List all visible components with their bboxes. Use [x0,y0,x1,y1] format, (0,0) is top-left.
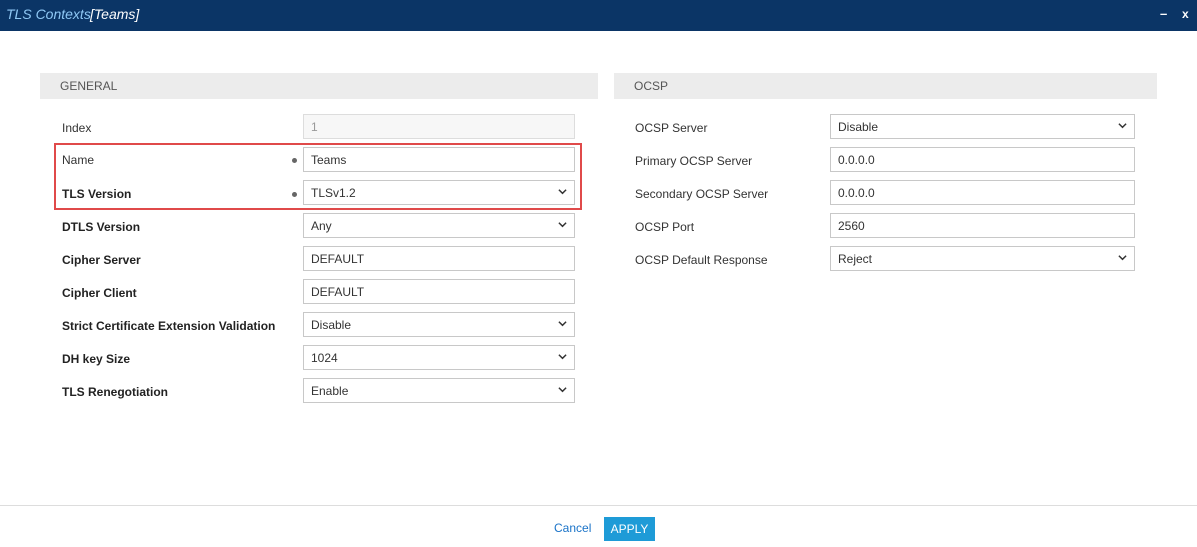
chevron-down-icon [558,222,567,228]
ocsp-port-label: OCSP Port [635,220,695,234]
cipher-server-input[interactable]: DEFAULT [303,246,575,271]
ocsp-server-label: OCSP Server [635,121,708,135]
tls-renegotiation-value: Enable [311,384,349,398]
tls-renegotiation-select[interactable]: Enable [303,378,575,403]
highlight-box [54,143,582,210]
dh-key-size-label: DH key Size [62,352,131,366]
minimize-icon[interactable]: – [1160,6,1167,21]
window-title: TLS Contexts [6,6,91,22]
title-bar: TLS Contexts [Teams] – x [0,0,1197,31]
ocsp-default-response-label: OCSP Default Response [635,253,768,267]
secondary-ocsp-server-input[interactable]: 0.0.0.0 [830,180,1135,205]
primary-ocsp-server-input[interactable]: 0.0.0.0 [830,147,1135,172]
dh-key-size-value: 1024 [311,351,338,365]
general-section-header: GENERAL [40,73,598,99]
chevron-down-icon [1118,123,1127,129]
chevron-down-icon [558,354,567,360]
chevron-down-icon [1118,255,1127,261]
ocsp-server-value: Disable [838,120,879,134]
close-icon[interactable]: x [1182,7,1189,21]
ocsp-section-header: OCSP [614,73,1157,99]
dh-key-size-select[interactable]: 1024 [303,345,575,370]
index-label: Index [62,121,92,135]
window-subtitle: [Teams] [90,6,140,22]
primary-ocsp-server-label: Primary OCSP Server [635,154,753,168]
ocsp-default-response-value: Reject [838,252,873,266]
cancel-button[interactable]: Cancel [554,521,591,535]
chevron-down-icon [558,387,567,393]
secondary-ocsp-server-label: Secondary OCSP Server [635,187,769,201]
index-field: 1 [303,114,575,139]
strict-cert-validation-value: Disable [311,318,352,332]
cipher-client-input[interactable]: DEFAULT [303,279,575,304]
footer-divider [0,505,1197,506]
ocsp-port-input[interactable]: 2560 [830,213,1135,238]
strict-cert-validation-select[interactable]: Disable [303,312,575,337]
cipher-client-label: Cipher Client [62,286,137,300]
apply-button[interactable]: APPLY [604,517,655,541]
strict-cert-validation-label: Strict Certificate Extension Validation [62,319,276,333]
tls-renegotiation-label: TLS Renegotiation [62,385,168,399]
dtls-version-label: DTLS Version [62,220,141,234]
dtls-version-value: Any [311,219,332,233]
cipher-server-label: Cipher Server [62,253,141,267]
ocsp-default-response-select[interactable]: Reject [830,246,1135,271]
dtls-version-select[interactable]: Any [303,213,575,238]
chevron-down-icon [558,321,567,327]
ocsp-server-select[interactable]: Disable [830,114,1135,139]
